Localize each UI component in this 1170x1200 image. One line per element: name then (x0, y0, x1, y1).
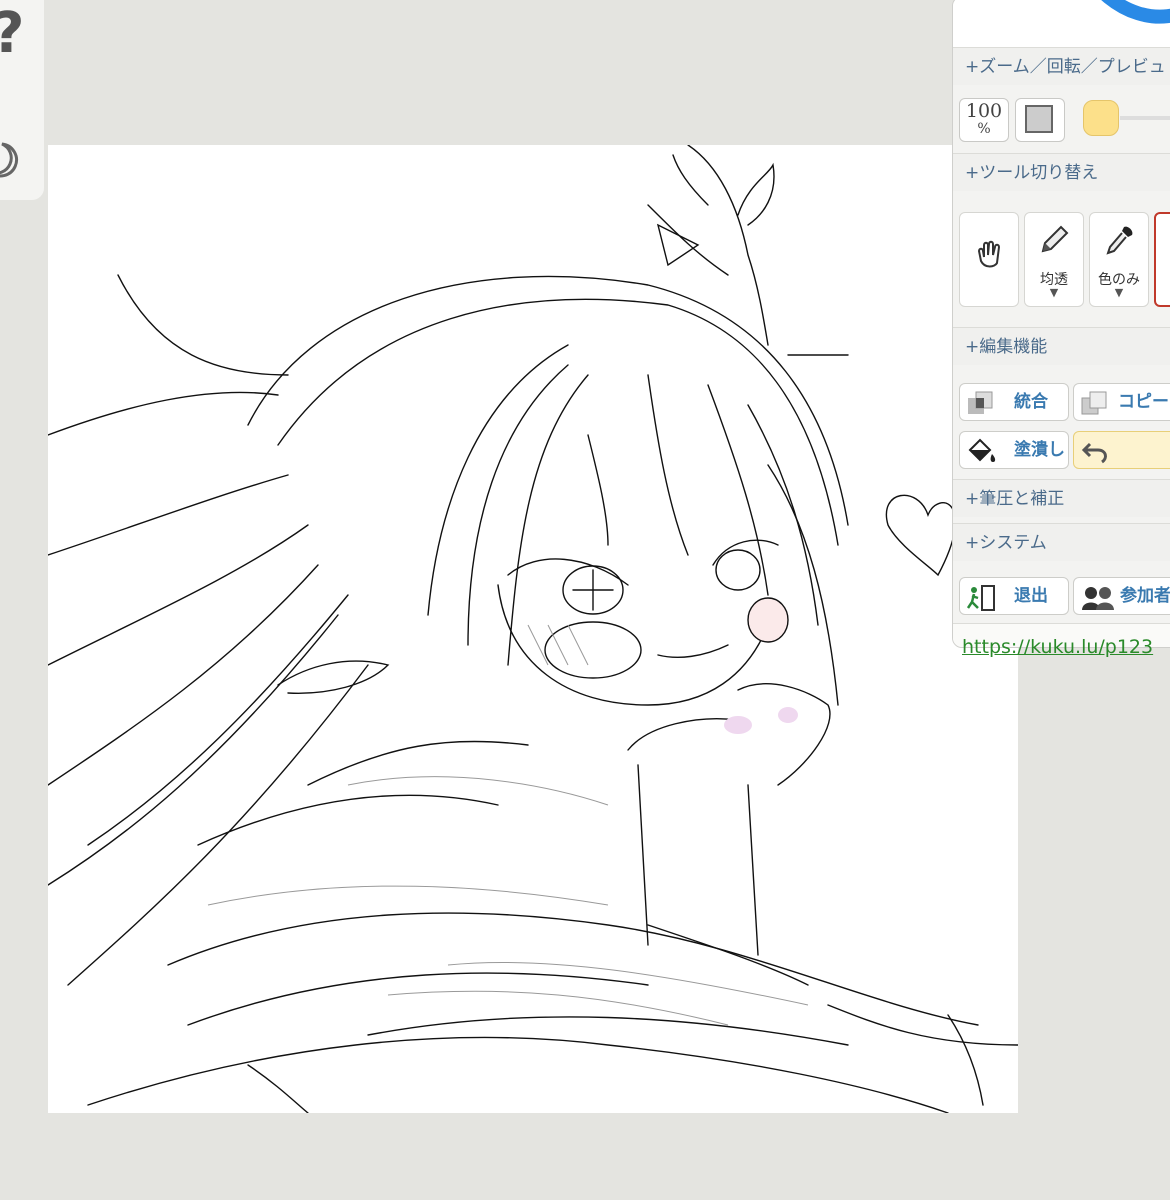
copy-label: コピー (1118, 392, 1169, 412)
room-url-link[interactable]: https://kuku.lu/p123 (962, 636, 1153, 658)
undo-icon (1081, 442, 1107, 464)
section-system[interactable]: +システム (953, 523, 1170, 561)
moon-icon[interactable] (0, 140, 22, 180)
tool-hand[interactable] (959, 212, 1019, 307)
paint-bucket-icon (968, 438, 996, 462)
current-color-swatch[interactable] (1083, 100, 1119, 136)
eyedropper-dropdown-icon[interactable]: ▼ (1090, 286, 1148, 299)
hand-icon (977, 240, 1001, 268)
size-slider[interactable] (1120, 116, 1170, 120)
fit-screen-icon (1025, 105, 1053, 133)
palette-icon (1101, 0, 1170, 24)
left-toolbar: ? (0, 0, 44, 200)
section-edit[interactable]: +編集機能 (953, 327, 1170, 365)
section-pressure[interactable]: +筆圧と補正 (953, 479, 1170, 517)
merge-label: 統合 (1014, 392, 1048, 412)
fit-screen-button[interactable] (1015, 98, 1065, 142)
drawing-canvas[interactable] (48, 145, 1018, 1113)
fill-label: 塗潰し (1014, 440, 1065, 460)
tool-eraser-selected[interactable] (1154, 212, 1170, 307)
exit-label: 退出 (1014, 586, 1048, 606)
sketch-drawing (48, 145, 1018, 1113)
tool-eyedropper[interactable]: 色のみ ▼ (1089, 212, 1149, 307)
participants-button[interactable]: 参加者 (1073, 577, 1170, 615)
pencil-icon (1041, 225, 1069, 253)
copy-icon (1081, 391, 1107, 415)
panel-header (953, 0, 1170, 47)
participants-icon (1082, 587, 1114, 610)
merge-icon (968, 391, 993, 414)
pencil-dropdown-icon[interactable]: ▼ (1025, 286, 1083, 299)
zoom-unit: % (977, 121, 991, 137)
fill-button[interactable]: 塗潰し (959, 431, 1069, 469)
eyedropper-icon (1106, 226, 1133, 255)
tool-pencil[interactable]: 均透 ▼ (1024, 212, 1084, 307)
section-zoom[interactable]: +ズーム／回転／プレビュ (953, 47, 1170, 85)
exit-door-icon (966, 585, 995, 611)
copy-button[interactable]: コピー (1073, 383, 1170, 421)
question-icon[interactable]: ? (0, 6, 24, 62)
zoom-100-button[interactable]: 100 % (959, 98, 1009, 142)
zoom-value: 100 (965, 100, 1003, 122)
section-tools[interactable]: +ツール切り替え (953, 153, 1170, 191)
undo-button[interactable] (1073, 431, 1170, 469)
merge-button[interactable]: 統合 (959, 383, 1069, 421)
exit-button[interactable]: 退出 (959, 577, 1069, 615)
participants-label: 参加者 (1120, 586, 1170, 606)
zoom-label: 100 % (960, 99, 1008, 138)
